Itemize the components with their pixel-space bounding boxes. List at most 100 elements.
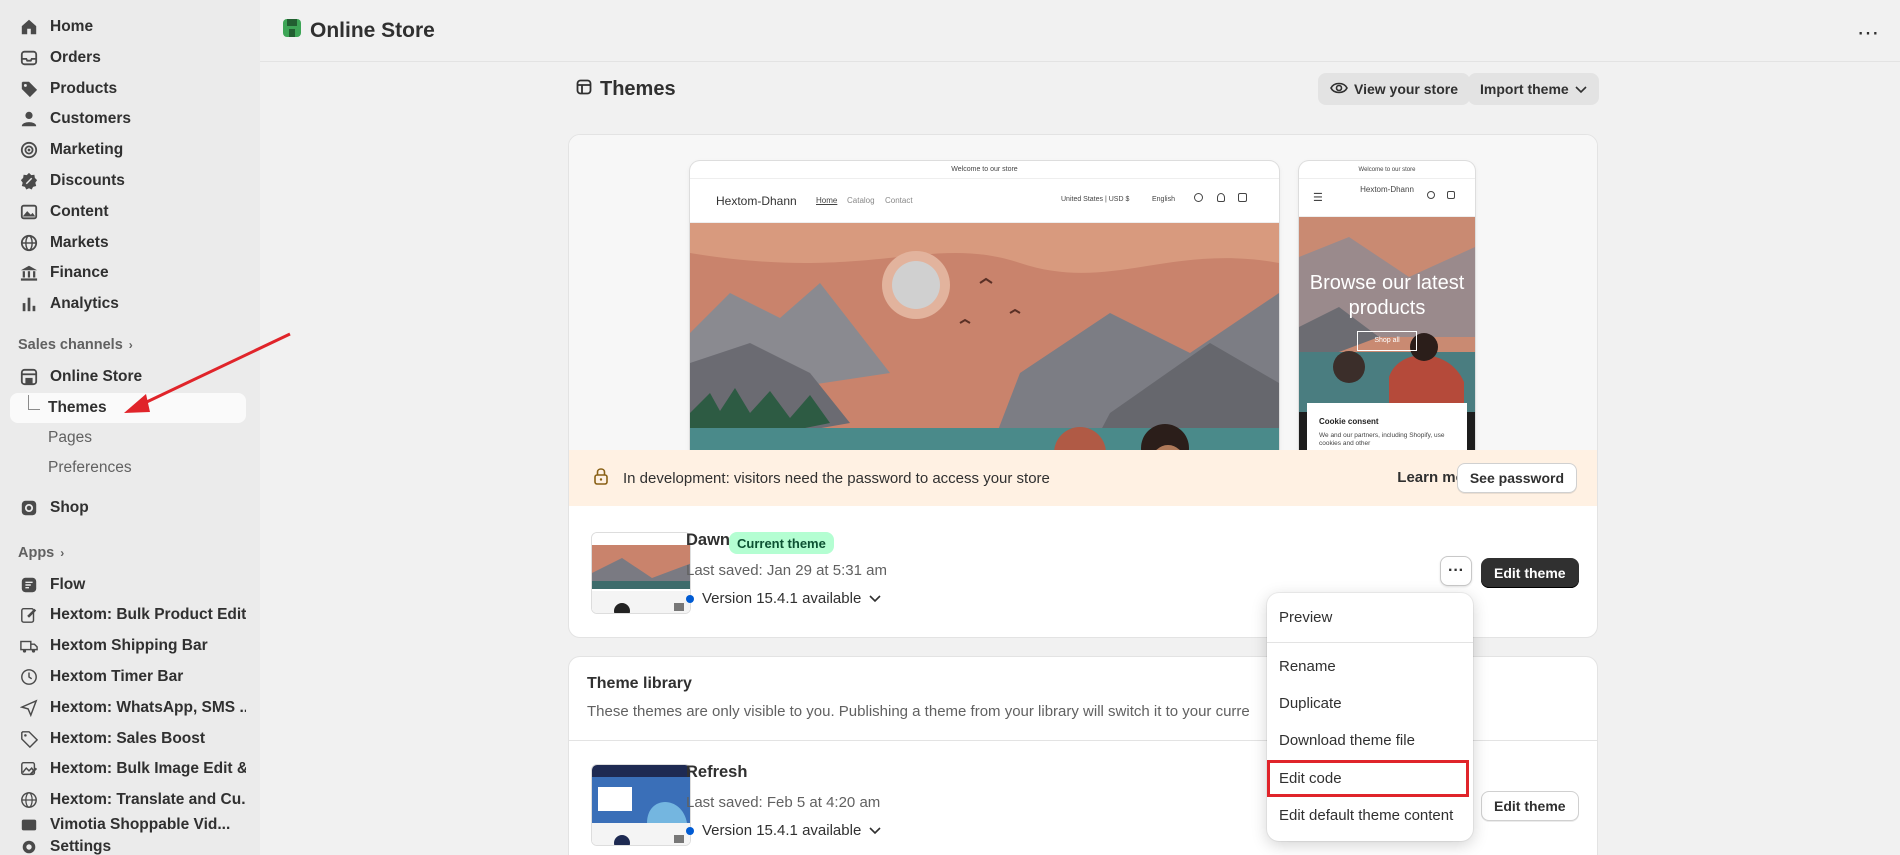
sidebar-item-label: Pages: [48, 429, 92, 446]
person-icon: [20, 110, 38, 128]
menu-item-preview[interactable]: Preview: [1279, 609, 1332, 626]
app-item-shoppable-video[interactable]: Vimotia Shoppable Vid...: [10, 816, 246, 834]
preview-nav-catalog: Catalog: [847, 196, 875, 205]
current-theme-thumbnail[interactable]: [591, 532, 691, 614]
image-edit-icon: [20, 760, 38, 778]
lock-icon: [593, 467, 609, 489]
storefront-icon: [20, 368, 38, 386]
hamburger-icon: ☰: [1313, 192, 1323, 204]
sidebar-item-discounts[interactable]: Discounts: [10, 166, 246, 196]
tag-icon: [20, 730, 38, 748]
mobile-shop-all-button: Shop all: [1357, 331, 1417, 351]
sidebar-item-pages[interactable]: Pages: [10, 423, 246, 453]
library-edit-theme-button[interactable]: Edit theme: [1481, 791, 1579, 821]
preview-header: Hextom-Dhann Home Catalog Contact United…: [690, 179, 1279, 223]
library-theme-thumbnail[interactable]: [591, 764, 691, 846]
sidebar-item-products[interactable]: Products: [10, 74, 246, 104]
menu-item-download-theme-file[interactable]: Download theme file: [1279, 732, 1415, 749]
cookie-consent-dialog: Cookie consent We and our partners, incl…: [1307, 403, 1467, 451]
tree-branch: [28, 395, 40, 410]
chevron-down-icon: [1575, 81, 1587, 97]
home-icon: [20, 18, 38, 36]
more-actions-icon[interactable]: ⋯: [1857, 20, 1880, 46]
eye-icon: [1330, 81, 1348, 98]
app-item-sales-boost[interactable]: Hextom: Sales Boost: [10, 724, 246, 754]
preview-store-name: Hextom-Dhann: [716, 194, 797, 208]
app-item-bulk-image-edit[interactable]: Hextom: Bulk Image Edit &...: [10, 754, 246, 784]
sales-channels-heading[interactable]: Sales channels ›: [18, 337, 133, 353]
preview-account-icon: [1217, 193, 1225, 202]
chevron-right-icon: ›: [60, 546, 65, 560]
tag-icon: [20, 80, 38, 98]
theme-icon: [576, 78, 592, 101]
mobile-search-icon: [1427, 191, 1435, 199]
app-item-translate[interactable]: Hextom: Translate and Cu...: [10, 785, 246, 815]
sidebar-item-label: Shop: [50, 499, 89, 516]
view-store-button[interactable]: View your store: [1318, 73, 1471, 105]
apps-heading[interactable]: Apps ›: [18, 545, 64, 561]
current-theme-card: Welcome to our store Hextom-Dhann Home C…: [568, 134, 1598, 638]
sidebar-item-customers[interactable]: Customers: [10, 104, 246, 134]
online-store-icon: [282, 18, 302, 44]
sidebar-item-label: Markets: [50, 234, 109, 251]
edit-theme-button[interactable]: Edit theme: [1481, 558, 1579, 588]
sidebar-item-label: Preferences: [48, 459, 132, 476]
app-item-timer-bar[interactable]: Hextom Timer Bar: [10, 662, 246, 692]
sidebar-item-marketing[interactable]: Marketing: [10, 135, 246, 165]
sidebar-item-content[interactable]: Content: [10, 197, 246, 227]
app-item-flow[interactable]: Flow: [10, 570, 246, 600]
current-theme-last-saved: Last saved: Jan 29 at 5:31 am: [686, 562, 887, 579]
preview-hero-illustration: [690, 223, 1279, 451]
preview-search-icon: [1194, 193, 1203, 202]
sidebar-item-label: Themes: [48, 399, 107, 416]
mobile-header: ☰ Hextom-Dhann: [1299, 179, 1475, 217]
app-item-whatsapp-sms[interactable]: Hextom: WhatsApp, SMS ...: [10, 693, 246, 723]
library-theme-name: Refresh: [686, 763, 748, 781]
send-icon: [20, 699, 38, 717]
globe-icon: [20, 791, 38, 809]
development-banner: In development: visitors need the passwo…: [569, 450, 1597, 506]
preview-cart-icon: [1238, 193, 1247, 202]
theme-library-title: Theme library: [587, 675, 692, 692]
theme-actions-button[interactable]: ···: [1440, 556, 1472, 586]
current-theme-version[interactable]: Version 15.4.1 available: [686, 590, 881, 607]
bank-icon: [20, 264, 38, 282]
chevron-down-icon: [869, 590, 881, 607]
sidebar-item-markets[interactable]: Markets: [10, 228, 246, 258]
sidebar-item-home[interactable]: Home: [10, 12, 246, 42]
menu-item-duplicate[interactable]: Duplicate: [1279, 695, 1342, 712]
app-item-bulk-product-edit[interactable]: Hextom: Bulk Product Edit: [10, 600, 246, 630]
shop-icon: [20, 499, 38, 517]
import-theme-button[interactable]: Import theme: [1468, 73, 1599, 105]
flow-icon: [20, 576, 38, 594]
discount-icon: [20, 172, 38, 190]
edit-icon: [20, 606, 38, 624]
version-dot: [686, 594, 694, 603]
theme-preview-area[interactable]: Welcome to our store Hextom-Dhann Home C…: [569, 135, 1597, 451]
truck-icon: [20, 637, 38, 655]
sidebar-item-shop[interactable]: Shop: [10, 493, 246, 523]
sidebar-item-preferences[interactable]: Preferences: [10, 453, 246, 483]
chevron-down-icon: [869, 822, 881, 839]
sidebar-item-settings[interactable]: Settings: [10, 836, 246, 855]
desktop-preview: Welcome to our store Hextom-Dhann Home C…: [690, 161, 1279, 451]
see-password-button[interactable]: See password: [1456, 463, 1577, 493]
sidebar-item-finance[interactable]: Finance: [10, 258, 246, 288]
sidebar-item-label: Orders: [50, 49, 101, 66]
preview-locale: United States | USD $: [1061, 196, 1130, 203]
image-icon: [20, 203, 38, 221]
video-icon: [20, 816, 38, 834]
cookie-text: We and our partners, including Shopify, …: [1319, 432, 1445, 447]
gear-icon: [20, 838, 38, 855]
app-item-shipping-bar[interactable]: Hextom Shipping Bar: [10, 631, 246, 661]
sidebar-item-orders[interactable]: Orders: [10, 43, 246, 73]
mobile-preview: Welcome to our store ☰ Hextom-Dhann Brow…: [1299, 161, 1475, 451]
menu-item-rename[interactable]: Rename: [1279, 658, 1336, 675]
sidebar-item-analytics[interactable]: Analytics: [10, 289, 246, 319]
library-theme-version[interactable]: Version 15.4.1 available: [686, 822, 881, 839]
library-theme-last-saved: Last saved: Feb 5 at 4:20 am: [686, 794, 881, 811]
more-horizontal-icon: ···: [1448, 562, 1464, 579]
preview-language: English: [1152, 196, 1175, 203]
menu-item-edit-default-theme-content[interactable]: Edit default theme content: [1279, 807, 1453, 824]
mobile-hero-text: Browse our latest products: [1309, 272, 1465, 319]
